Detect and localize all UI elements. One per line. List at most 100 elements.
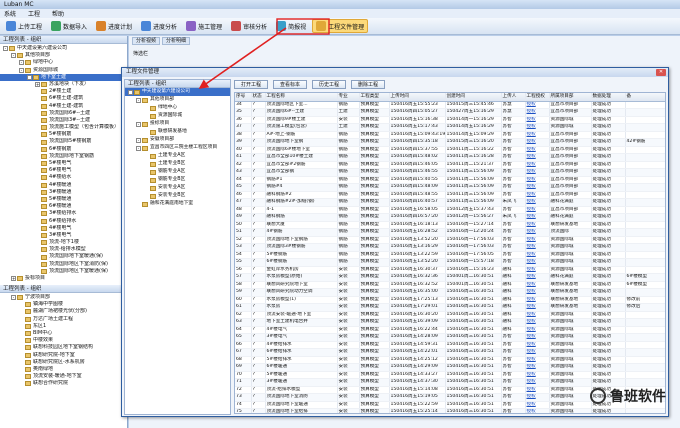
tree-node[interactable]: 5#楼钢筋 xyxy=(0,131,127,138)
table-cell[interactable]: 授权 xyxy=(525,176,550,184)
table-cell[interactable]: 授权 xyxy=(525,146,550,154)
tree-node[interactable]: - 中天建设第六建设公司 xyxy=(0,45,127,52)
table-cell[interactable]: 授权 xyxy=(525,221,550,229)
toolbar-button[interactable]: 工程文件管理 xyxy=(312,19,369,33)
tree-node[interactable]: 麓湖广场裙楼光伏(分部) xyxy=(0,308,127,315)
table-cell[interactable]: 授权 xyxy=(525,206,550,214)
menu-item[interactable]: 工程 xyxy=(28,9,40,18)
tree-node[interactable]: 安装专业B区 xyxy=(125,192,230,200)
tree-node[interactable]: - 其他项目部 xyxy=(0,52,127,59)
table-row[interactable]: 55? 6#楼钢筋 钢筋 预算模型 150416周五13:52:20 150416周一15… xyxy=(235,258,665,267)
table-row[interactable]: 40? 顶流国际6#楼地下室 钢筋 预算模型 150416周四15:37:55 15041… xyxy=(235,146,665,154)
table-cell[interactable]: 授权 xyxy=(525,228,550,237)
table-row[interactable]: 59? 联想风研究院动力空调 安装 预算模型 150416周五16:35:00 15041… xyxy=(235,288,665,297)
tree-node[interactable]: 钢筋专业A区 xyxy=(125,168,230,176)
column-header[interactable]: 序号 xyxy=(235,93,252,102)
column-header[interactable]: 工程授权 xyxy=(525,93,550,102)
column-header[interactable]: 工程名称 xyxy=(265,93,338,102)
tree-node[interactable]: 顶流国际地下室暖通(保) xyxy=(0,253,127,260)
table-row[interactable]: 34? 顶流国际地区下室... 钢筋 预算模型 150416周五15:55:23 1504… xyxy=(235,101,665,109)
table-cell[interactable]: 授权 xyxy=(525,303,550,312)
table-row[interactable]: 49? 融科钢筋 钢筋 预算模型 150416周四16:57:20 150412周一15:… xyxy=(235,213,665,222)
table-cell[interactable]: 授权 xyxy=(525,288,550,297)
tree-node[interactable]: 4#楼土建-建筑 xyxy=(0,103,127,110)
table-row[interactable]: 51? 4#钢筋 钢筋 预算模型 150416周五16:28:52 150416周一12:… xyxy=(235,228,665,237)
tree-node[interactable]: 4#楼电气 xyxy=(0,225,127,232)
analysis-tab[interactable]: 分析视频 xyxy=(132,37,161,45)
table-cell[interactable]: 授权 xyxy=(525,116,550,124)
tree-node[interactable]: 土建专业A区 xyxy=(125,152,230,160)
tree-node[interactable]: 联想研发基地 xyxy=(125,128,230,136)
expand-icon[interactable]: + xyxy=(11,276,16,282)
table-row[interactable]: 44? 钢筋#1 钢筋 预算模型 150416周四15:40:55 150411周二15:… xyxy=(235,176,665,184)
menu-item[interactable]: 帮助 xyxy=(52,9,64,18)
tree-node[interactable]: + 投标项目 xyxy=(0,275,127,282)
collapse-icon[interactable]: - xyxy=(3,46,8,52)
table-cell[interactable]: 授权 xyxy=(525,371,550,379)
tree-node[interactable]: - 地下室土建 xyxy=(0,73,127,81)
table-row[interactable]: 65? 3#楼电气 安装 预算模型 150416周五14:28:09 150416周三16… xyxy=(235,333,665,342)
table-cell[interactable]: 授权 xyxy=(525,296,550,304)
tree-node[interactable]: 顶流国际3#--土建 xyxy=(0,117,127,124)
tree-node[interactable]: - 资源国际城 xyxy=(0,67,127,74)
collapse-icon[interactable]: - xyxy=(11,295,16,301)
tree-node[interactable]: BIM中心 xyxy=(0,330,127,337)
table-cell[interactable]: 授权 xyxy=(525,333,550,342)
tree-node[interactable]: 安装专业A区 xyxy=(125,184,230,192)
table-row[interactable]: 63? 地下室土建机电合并 安装 预算模型 150416周五16:39:09 150416… xyxy=(235,318,665,327)
tree-node[interactable]: - 其他项目部 xyxy=(125,96,230,104)
close-icon[interactable]: ✕ xyxy=(656,69,666,76)
table-cell[interactable]: 授权 xyxy=(525,236,550,244)
table-cell[interactable]: 授权 xyxy=(525,363,550,372)
table-cell[interactable]: 授权 xyxy=(525,123,550,132)
table-cell[interactable]: 授权 xyxy=(525,386,550,394)
tree-node[interactable]: 6#楼暖通 xyxy=(0,203,127,210)
table-cell[interactable]: 授权 xyxy=(525,258,550,267)
table-row[interactable]: 70? 5#楼暖通 安装 预算模型 150416周五14:33:27 150416周三16… xyxy=(235,371,665,379)
table-cell[interactable]: 授权 xyxy=(525,356,550,364)
table-cell[interactable]: 授权 xyxy=(525,131,550,139)
table-row[interactable]: 41? 宜昌市全部10#楼土建 钢筋 预算模型 150416周四15:48:02 1504… xyxy=(235,153,665,162)
tree-node[interactable]: - 宁波项目部 xyxy=(0,294,127,301)
tree-node[interactable]: 4#楼给水 xyxy=(0,174,127,181)
table-cell[interactable]: 授权 xyxy=(525,101,550,109)
column-header[interactable]: 所属项目部 xyxy=(549,93,592,102)
tree-node[interactable]: 融和花满庭南地下室 xyxy=(125,200,230,208)
tree-node[interactable]: 顶流-给排水模型 xyxy=(0,246,127,253)
table-row[interactable]: 69? 6#楼暖通 安装 预算模型 150416周五14:29:09 150416周三16… xyxy=(235,363,665,372)
tree-node[interactable]: 2#楼土建 xyxy=(0,88,127,95)
tree-node[interactable]: 5#楼电气 xyxy=(0,160,127,167)
tree-node[interactable]: 顶流国际地区下室暖通(保) xyxy=(0,268,127,275)
table-cell[interactable]: 授权 xyxy=(525,153,550,162)
toolbar-button[interactable]: 数据导入 xyxy=(48,19,90,33)
table-row[interactable]: 43? 宜昌市全部钢 钢筋 预算模型 150416周四15:46:55 150411周三1… xyxy=(235,168,665,177)
table-row[interactable]: 53? 顶流国际3#楼钢筋 钢筋 预算模型 150416周五13:16:29 150416… xyxy=(235,243,665,252)
tree-node[interactable]: - 中天建设第六建设公司 xyxy=(125,88,230,96)
table-row[interactable]: 47? 融科钢筋#2#-加缝(钢) 钢筋 预算模型 150416周四16:40:57 15… xyxy=(235,198,665,207)
collapse-icon[interactable]: - xyxy=(19,67,24,73)
collapse-icon[interactable]: - xyxy=(11,53,16,59)
analysis-tab[interactable]: 分析明细 xyxy=(162,37,191,45)
column-header[interactable]: 上传人 xyxy=(501,93,526,102)
table-row[interactable]: 66? 4#楼给排水 安装 预算模型 150416周五14:59:31 150416周三1… xyxy=(235,341,665,349)
dialog-button[interactable]: 查看标本 xyxy=(273,80,308,89)
column-header[interactable]: 状态 xyxy=(251,93,266,102)
tree-node[interactable]: 联想合作研究院 xyxy=(0,380,127,387)
table-row[interactable]: 46? 融科钢筋#2 钢筋 预算模型 150416周四15:48:55 150411周三1… xyxy=(235,191,665,199)
table-row[interactable]: 38? A#-地上-钢筋 钢筋 预算模型 150416周五15:09:43:19 1504… xyxy=(235,131,665,139)
collapse-icon[interactable]: - xyxy=(19,60,24,66)
table-row[interactable]: 37? 顶流施工模型(包含) 土建 预算模型 150416周五15:17:43 15041… xyxy=(235,123,665,132)
tree-node[interactable]: 镇海中学图楼 xyxy=(0,301,127,308)
table-cell[interactable]: 授权 xyxy=(525,273,550,282)
tree-node[interactable]: 5#楼暖通 xyxy=(0,196,127,203)
tree-node[interactable]: 3#楼电气 xyxy=(0,232,127,239)
tree-node[interactable]: 土建专业B区 xyxy=(125,160,230,168)
toolbar-button[interactable]: 审核分析 xyxy=(228,19,270,33)
expand-icon[interactable]: + xyxy=(35,82,40,88)
tree-node[interactable]: 3#楼暖通 xyxy=(0,189,127,196)
tree-node[interactable]: - 宜昌市四区三院主楼工程区项目 xyxy=(125,144,230,152)
table-row[interactable]: 35? 顶流国际6#--土建 土建 预算模型 150416周四15:05:27 15042… xyxy=(235,108,665,117)
tree-node[interactable]: 6#楼土建-建筑 xyxy=(0,95,127,102)
tree-node[interactable]: 资源国际城 xyxy=(125,112,230,120)
table-cell[interactable]: 授权 xyxy=(525,401,550,409)
